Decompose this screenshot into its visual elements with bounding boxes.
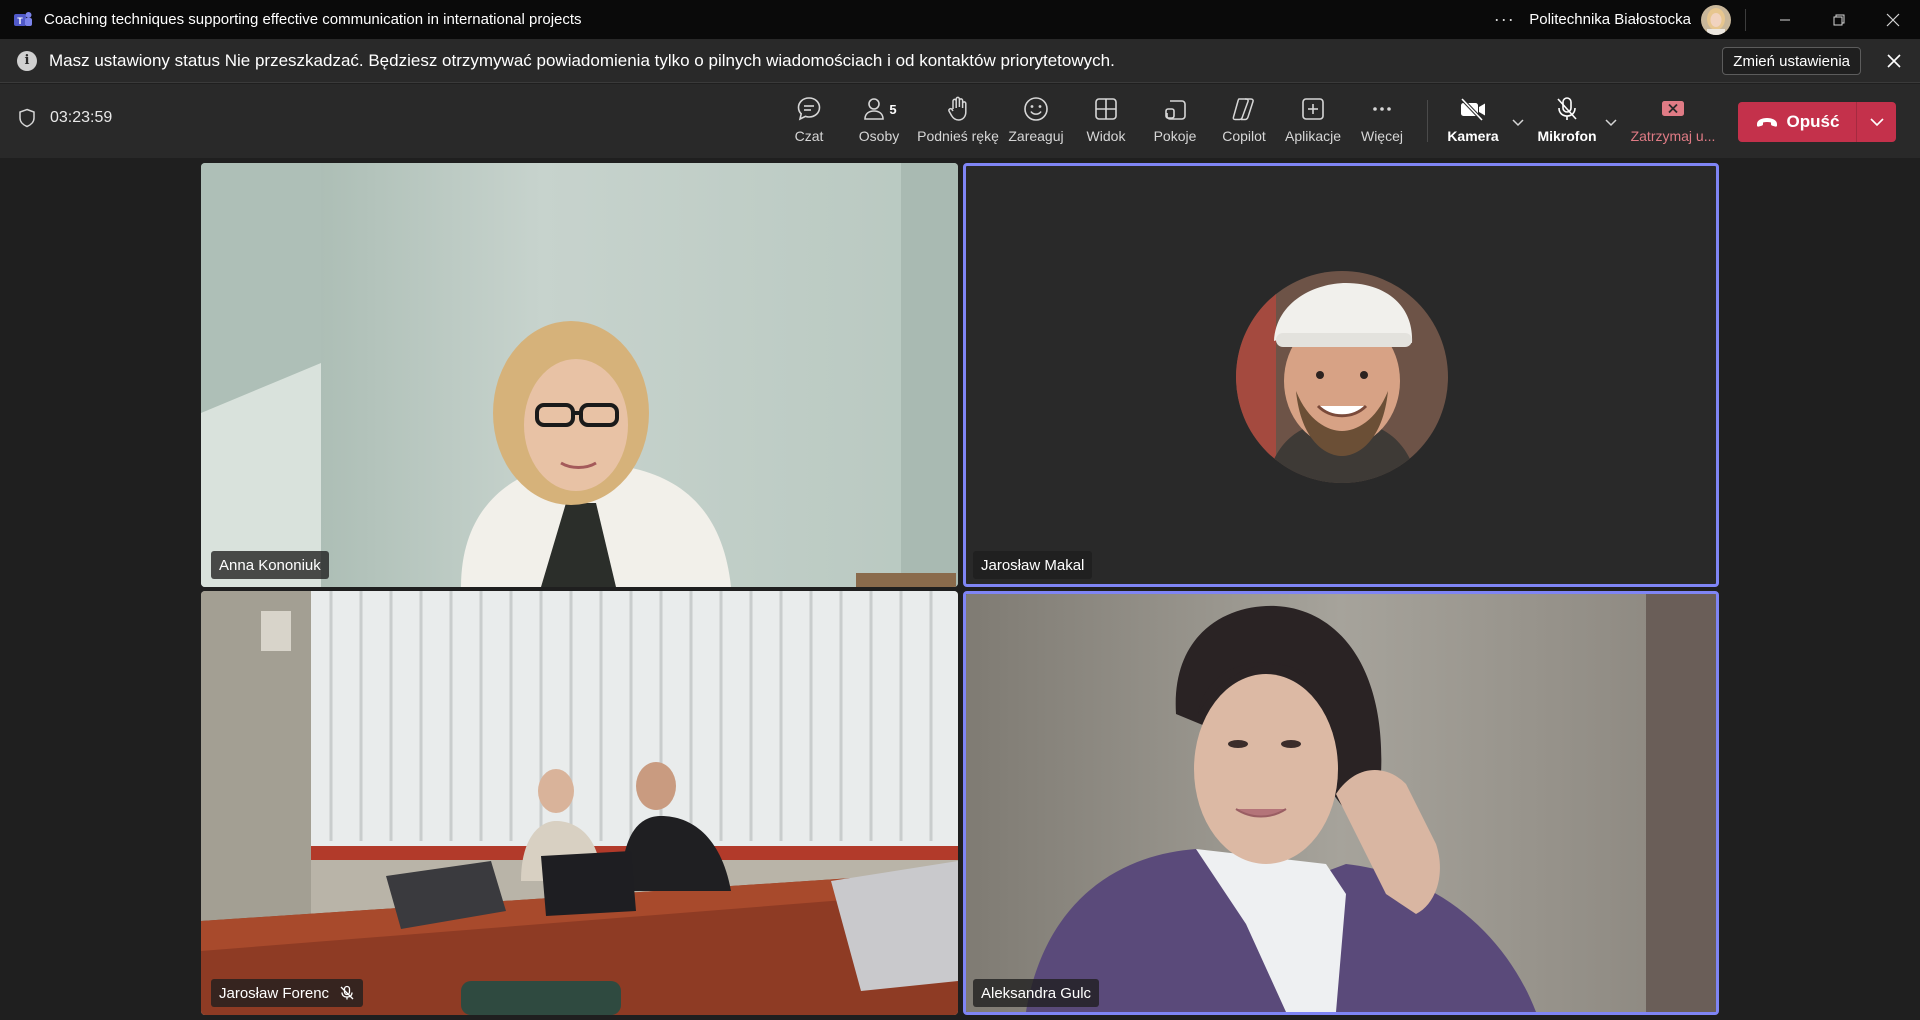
stop-sharing-label: Zatrzymaj u... <box>1630 128 1716 144</box>
apps-label: Aplikacje <box>1284 128 1342 144</box>
meeting-toolbar: 03:23:59 Czat 5 Osoby Podnieś rękę Zarea… <box>0 84 1920 158</box>
copilot-button[interactable]: Copilot <box>1209 94 1279 150</box>
camera-button[interactable]: Kamera <box>1438 94 1508 150</box>
apps-button[interactable]: Aplikacje <box>1278 94 1348 150</box>
participant-video <box>966 594 1716 1012</box>
leave-options-button[interactable] <box>1857 102 1896 142</box>
people-button[interactable]: 5 Osoby <box>844 94 914 150</box>
camera-label: Kamera <box>1447 128 1499 144</box>
participant-name-tag: Anna Kononiuk <box>211 551 329 579</box>
banner-close-button[interactable] <box>1882 49 1906 73</box>
participant-name: Jarosław Makal <box>981 556 1085 574</box>
meeting-title: Coaching techniques supporting effective… <box>44 11 582 28</box>
participant-name-tag: Jarosław Makal <box>973 551 1093 579</box>
rooms-label: Pokoje <box>1153 128 1197 144</box>
raise-hand-button[interactable]: Podnieś rękę <box>917 94 999 150</box>
copilot-icon <box>1232 98 1254 121</box>
react-button[interactable]: Zareaguj <box>1001 94 1071 150</box>
restore-button[interactable] <box>1812 0 1866 39</box>
microphone-button[interactable]: Mikrofon <box>1532 94 1602 150</box>
banner-message: Masz ustawiony status Nie przeszkadzać. … <box>49 50 1115 70</box>
leave-button[interactable]: Opuść <box>1738 102 1856 142</box>
title-bar: T Coaching techniques supporting effecti… <box>0 0 1920 39</box>
chat-icon <box>797 97 821 121</box>
more-options-icon[interactable]: ··· <box>1489 9 1519 30</box>
hang-up-icon <box>1756 118 1777 127</box>
minimize-icon <box>1780 19 1790 20</box>
chevron-down-icon <box>1512 119 1524 127</box>
close-icon <box>1886 13 1900 26</box>
dnd-notification-banner: i Masz ustawiony status Nie przeszkadzać… <box>0 39 1920 83</box>
view-label: Widok <box>1086 128 1126 144</box>
chat-button[interactable]: Czat <box>774 94 844 150</box>
minimize-button[interactable] <box>1758 0 1812 39</box>
participant-name-tag: Jarosław Forenc <box>211 979 364 1007</box>
camera-off-icon <box>1460 97 1485 122</box>
participant-video <box>201 591 958 1015</box>
react-label: Zareaguj <box>1008 128 1064 144</box>
more-icon <box>1373 107 1391 111</box>
svg-text:T: T <box>17 16 23 26</box>
participant-name-tag: Aleksandra Gulc <box>973 979 1100 1007</box>
raise-hand-label: Podnieś rękę <box>917 128 999 144</box>
participant-tile-anna-kononiuk[interactable]: Anna Kononiuk <box>201 163 958 587</box>
apps-icon <box>1302 98 1324 120</box>
participant-avatar <box>1236 271 1448 483</box>
participant-name: Anna Kononiuk <box>219 556 321 574</box>
more-label: Więcej <box>1360 128 1403 144</box>
teams-logo-icon: T <box>14 11 32 26</box>
more-button[interactable]: Więcej <box>1347 94 1417 150</box>
shield-icon <box>19 108 35 128</box>
copilot-label: Copilot <box>1222 128 1266 144</box>
leave-button-group: Opuść <box>1738 102 1896 142</box>
raise-hand-icon <box>948 96 967 121</box>
rooms-icon <box>1165 100 1186 120</box>
meeting-timer: 03:23:59 <box>50 109 113 126</box>
mic-muted-icon <box>340 985 354 1000</box>
info-icon: i <box>17 50 37 71</box>
toolbar-separator <box>1427 100 1428 142</box>
close-window-button[interactable] <box>1866 0 1920 39</box>
title-separator <box>1745 8 1746 31</box>
organization-name[interactable]: Politechnika Białostocka <box>1529 11 1691 28</box>
view-icon <box>1095 98 1117 120</box>
chevron-down-icon <box>1605 119 1617 127</box>
participant-tile-jaroslaw-makal[interactable]: Jarosław Makal <box>963 163 1719 587</box>
participant-tile-aleksandra-gulc[interactable]: Aleksandra Gulc <box>963 591 1719 1015</box>
stop-sharing-button[interactable]: Zatrzymaj u... <box>1630 94 1716 150</box>
change-settings-button[interactable]: Zmień ustawienia <box>1722 47 1861 75</box>
microphone-label: Mikrofon <box>1537 128 1597 144</box>
participant-video <box>201 163 958 587</box>
people-count: 5 <box>889 101 897 117</box>
rooms-button[interactable]: Pokoje <box>1140 94 1210 150</box>
view-button[interactable]: Widok <box>1071 94 1141 150</box>
restore-icon <box>1833 14 1845 25</box>
stop-share-icon <box>1662 101 1684 116</box>
chat-label: Czat <box>794 128 824 144</box>
microphone-options-chevron[interactable] <box>1602 114 1620 132</box>
participant-name: Jarosław Forenc <box>219 984 330 1002</box>
account-avatar[interactable] <box>1701 4 1731 35</box>
people-icon <box>864 98 885 120</box>
people-label: Osoby <box>858 128 900 144</box>
chevron-down-icon <box>1869 118 1884 127</box>
mic-off-icon <box>1557 97 1577 120</box>
react-icon <box>1024 97 1048 121</box>
leave-label: Opuść <box>1786 112 1840 131</box>
camera-options-chevron[interactable] <box>1509 114 1527 132</box>
participant-tile-jaroslaw-forenc[interactable]: Jarosław Forenc <box>201 591 958 1015</box>
close-icon <box>1887 54 1901 68</box>
participant-name: Aleksandra Gulc <box>981 984 1092 1002</box>
